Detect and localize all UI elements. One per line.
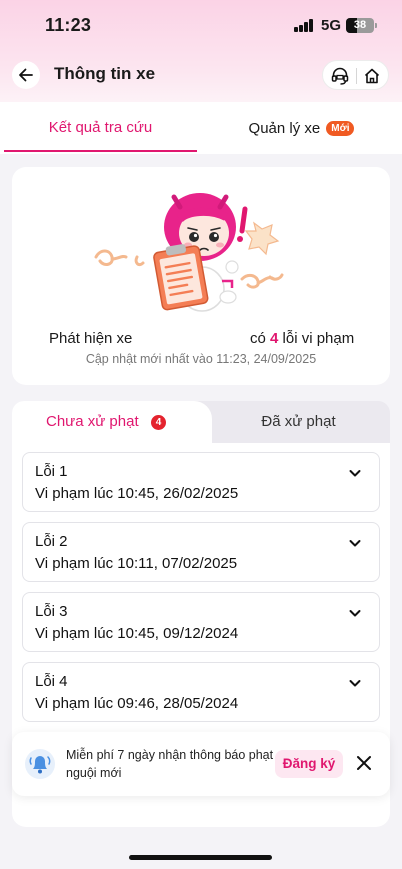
- notification-promo-banner: Miễn phí 7 ngày nhận thông báo phạt nguộ…: [12, 732, 390, 796]
- status-bar: 11:23 5G 38: [0, 0, 402, 50]
- violation-item[interactable]: Lỗi 1 Vi phạm lúc 10:45, 26/02/2025: [22, 452, 380, 512]
- home-button[interactable]: [361, 65, 383, 87]
- back-button[interactable]: [12, 61, 40, 89]
- tab-vehicle-management[interactable]: Quản lý xe Mới: [205, 102, 398, 154]
- top-tabs: Kết quả tra cứu Quản lý xe Mới: [0, 102, 402, 154]
- count-suffix: lỗi vi phạm: [282, 330, 355, 347]
- violation-time: Vi phạm lúc 10:45, 09/12/2024: [35, 625, 239, 642]
- bell-icon: [25, 749, 55, 779]
- chevron-down-icon: [349, 680, 361, 687]
- active-tab-indicator: [4, 150, 197, 152]
- violation-name: Lỗi 2: [35, 533, 68, 550]
- support-button[interactable]: [329, 65, 351, 87]
- violation-tabs: Chưa xử phạt 4 Đã xử phạt: [12, 401, 390, 443]
- violation-item[interactable]: Lỗi 3 Vi phạm lúc 10:45, 09/12/2024: [22, 592, 380, 652]
- violation-name: Lỗi 3: [35, 603, 68, 620]
- detect-prefix: Phát hiện xe: [49, 330, 133, 347]
- chevron-down-icon: [349, 610, 361, 617]
- unpaid-count-badge: 4: [151, 415, 166, 430]
- tab-paid[interactable]: Đã xử phạt: [217, 413, 380, 430]
- violation-time: Vi phạm lúc 10:11, 07/02/2025: [35, 555, 238, 572]
- violation-item[interactable]: Lỗi 4 Vi phạm lúc 09:46, 28/05/2024: [22, 662, 380, 722]
- headset-icon: [331, 67, 349, 85]
- battery-icon: 38: [346, 18, 374, 33]
- promo-text: Miễn phí 7 ngày nhận thông báo phạt nguộ…: [66, 748, 274, 780]
- violation-count: 4: [270, 330, 279, 347]
- header-actions: [322, 60, 389, 90]
- battery-cap: [375, 23, 377, 28]
- status-time: 11:23: [45, 15, 92, 35]
- register-button[interactable]: Đăng ký: [275, 750, 343, 778]
- arrow-left-icon: [19, 68, 33, 82]
- violation-time: Vi phạm lúc 09:46, 28/05/2024: [35, 695, 239, 712]
- page-title: Thông tin xe: [54, 64, 156, 83]
- network-type: 5G: [321, 17, 342, 34]
- violation-time: Vi phạm lúc 10:45, 26/02/2025: [35, 485, 239, 502]
- violation-count-text: có 4 lỗi vi phạm: [250, 330, 354, 347]
- violation-item[interactable]: Lỗi 2 Vi phạm lúc 10:11, 07/02/2025: [22, 522, 380, 582]
- violation-name: Lỗi 4: [35, 673, 68, 690]
- count-prefix: có: [250, 330, 266, 347]
- tab-unpaid[interactable]: Chưa xử phạt 4: [12, 401, 212, 443]
- signal-icon: [294, 19, 314, 32]
- last-updated: Cập nhật mới nhất vào 11:23, 24/09/2025: [85, 352, 317, 366]
- tab-lookup-result[interactable]: Kết quả tra cứu: [4, 102, 197, 154]
- detect-summary: Phát hiện xe có 4 lỗi vi phạm: [12, 330, 390, 352]
- home-icon: [364, 68, 380, 84]
- tab-vehicle-management-label: Quản lý xe: [248, 119, 321, 137]
- chevron-down-icon: [349, 540, 361, 547]
- violation-name: Lỗi 1: [35, 463, 68, 480]
- tab-unpaid-label: Chưa xử phạt: [46, 413, 139, 430]
- close-icon[interactable]: [355, 754, 373, 772]
- header-divider: [356, 68, 357, 84]
- result-card: Phát hiện xe có 4 lỗi vi phạm Cập nhật m…: [12, 167, 390, 385]
- home-indicator: [129, 855, 272, 860]
- battery-level: 38: [353, 19, 367, 31]
- chevron-down-icon: [349, 470, 361, 477]
- mascot-illustration: [94, 193, 284, 312]
- new-badge: Mới: [326, 120, 355, 136]
